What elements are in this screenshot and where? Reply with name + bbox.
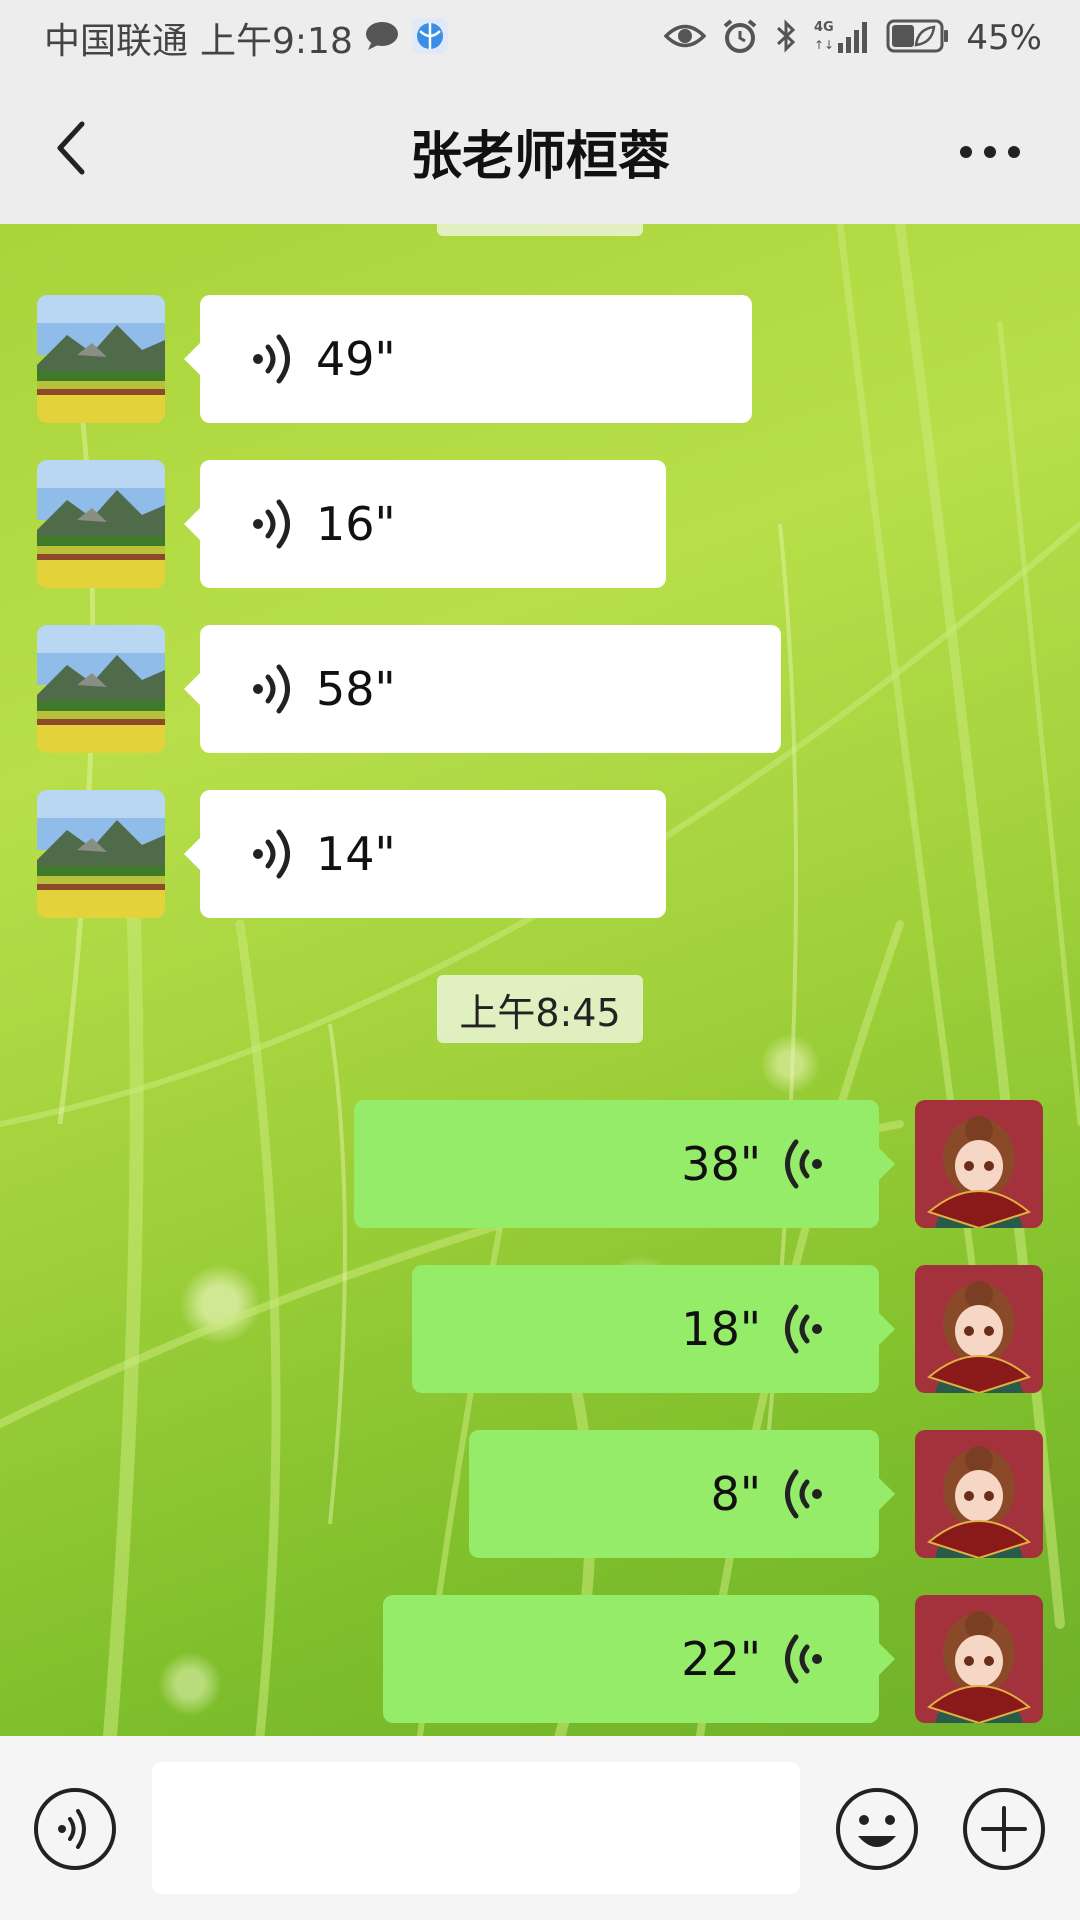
svg-text:↑↓: ↑↓ bbox=[814, 38, 834, 52]
status-time: 上午9:18 bbox=[200, 21, 353, 62]
voice-message-in[interactable]: 16" bbox=[184, 460, 666, 588]
bluetooth-icon bbox=[774, 18, 798, 58]
eye-icon bbox=[663, 21, 707, 55]
voice-message-in[interactable]: 58" bbox=[184, 625, 781, 753]
plus-icon bbox=[963, 1788, 1045, 1870]
voice-wave-icon bbox=[785, 1469, 822, 1519]
voice-wave-icon bbox=[253, 334, 290, 384]
voice-duration: 58" bbox=[316, 662, 396, 716]
browser-icon bbox=[411, 17, 449, 59]
voice-message-out[interactable]: 22" bbox=[383, 1595, 895, 1723]
message-icon bbox=[365, 21, 399, 55]
voice-message-out[interactable]: 8" bbox=[469, 1430, 895, 1558]
voice-message-out[interactable]: 18" bbox=[412, 1265, 895, 1393]
avatar-self[interactable] bbox=[915, 1265, 1043, 1393]
voice-message-in[interactable]: 49" bbox=[184, 295, 752, 423]
status-bar-left: 中国联通 上午9:18 bbox=[44, 14, 449, 62]
input-bar bbox=[0, 1736, 1080, 1920]
voice-input-button[interactable] bbox=[32, 1786, 118, 1872]
signal-4g-icon: 4G ↑↓ bbox=[814, 17, 870, 59]
avatar-contact[interactable] bbox=[37, 625, 165, 753]
voice-wave-icon bbox=[785, 1304, 822, 1354]
voice-wave-icon bbox=[785, 1634, 822, 1684]
avatar-self[interactable] bbox=[915, 1430, 1043, 1558]
svg-text:4G: 4G bbox=[814, 20, 834, 35]
voice-icon bbox=[34, 1788, 116, 1870]
voice-duration: 14" bbox=[316, 827, 396, 881]
voice-wave-icon bbox=[253, 664, 290, 714]
voice-duration: 16" bbox=[316, 497, 396, 551]
status-bar-right: 4G ↑↓ 45% bbox=[663, 14, 1042, 62]
avatar-self[interactable] bbox=[915, 1100, 1043, 1228]
avatar-contact[interactable] bbox=[37, 790, 165, 918]
more-functions-button[interactable] bbox=[961, 1786, 1047, 1872]
voice-duration: 22" bbox=[681, 1632, 761, 1686]
battery-percent: 45% bbox=[966, 18, 1042, 58]
avatar-self[interactable] bbox=[915, 1595, 1043, 1723]
chat-title: 张老师桓蓉 bbox=[409, 127, 670, 187]
chat-area[interactable]: 49" 16" 58" 14" 上午8:45 38" 18" 8" 22" bbox=[0, 224, 1080, 1736]
voice-message-in[interactable]: 14" bbox=[184, 790, 666, 918]
more-icon bbox=[960, 146, 1020, 158]
status-bar: 中国联通 上午9:18 4G ↑↓ 45% bbox=[0, 0, 1080, 76]
timestamp: 上午8:45 bbox=[437, 975, 643, 1043]
emoji-icon bbox=[836, 1788, 918, 1870]
avatar-contact[interactable] bbox=[37, 460, 165, 588]
chat-header: 张老师桓蓉 bbox=[0, 76, 1080, 224]
voice-message-out[interactable]: 38" bbox=[354, 1100, 895, 1228]
avatar-contact[interactable] bbox=[37, 295, 165, 423]
voice-duration: 8" bbox=[710, 1467, 761, 1521]
voice-duration: 49" bbox=[316, 332, 396, 386]
carrier-name: 中国联通 bbox=[44, 21, 189, 62]
voice-wave-icon bbox=[785, 1139, 822, 1189]
voice-wave-icon bbox=[253, 829, 290, 879]
voice-wave-icon bbox=[253, 499, 290, 549]
alarm-icon bbox=[722, 18, 758, 58]
timestamp-partial bbox=[437, 224, 643, 236]
voice-duration: 18" bbox=[681, 1302, 761, 1356]
battery-icon bbox=[886, 19, 950, 57]
emoji-button[interactable] bbox=[834, 1786, 920, 1872]
message-input[interactable] bbox=[152, 1762, 800, 1894]
voice-duration: 38" bbox=[681, 1137, 761, 1191]
more-button[interactable] bbox=[940, 116, 1040, 188]
